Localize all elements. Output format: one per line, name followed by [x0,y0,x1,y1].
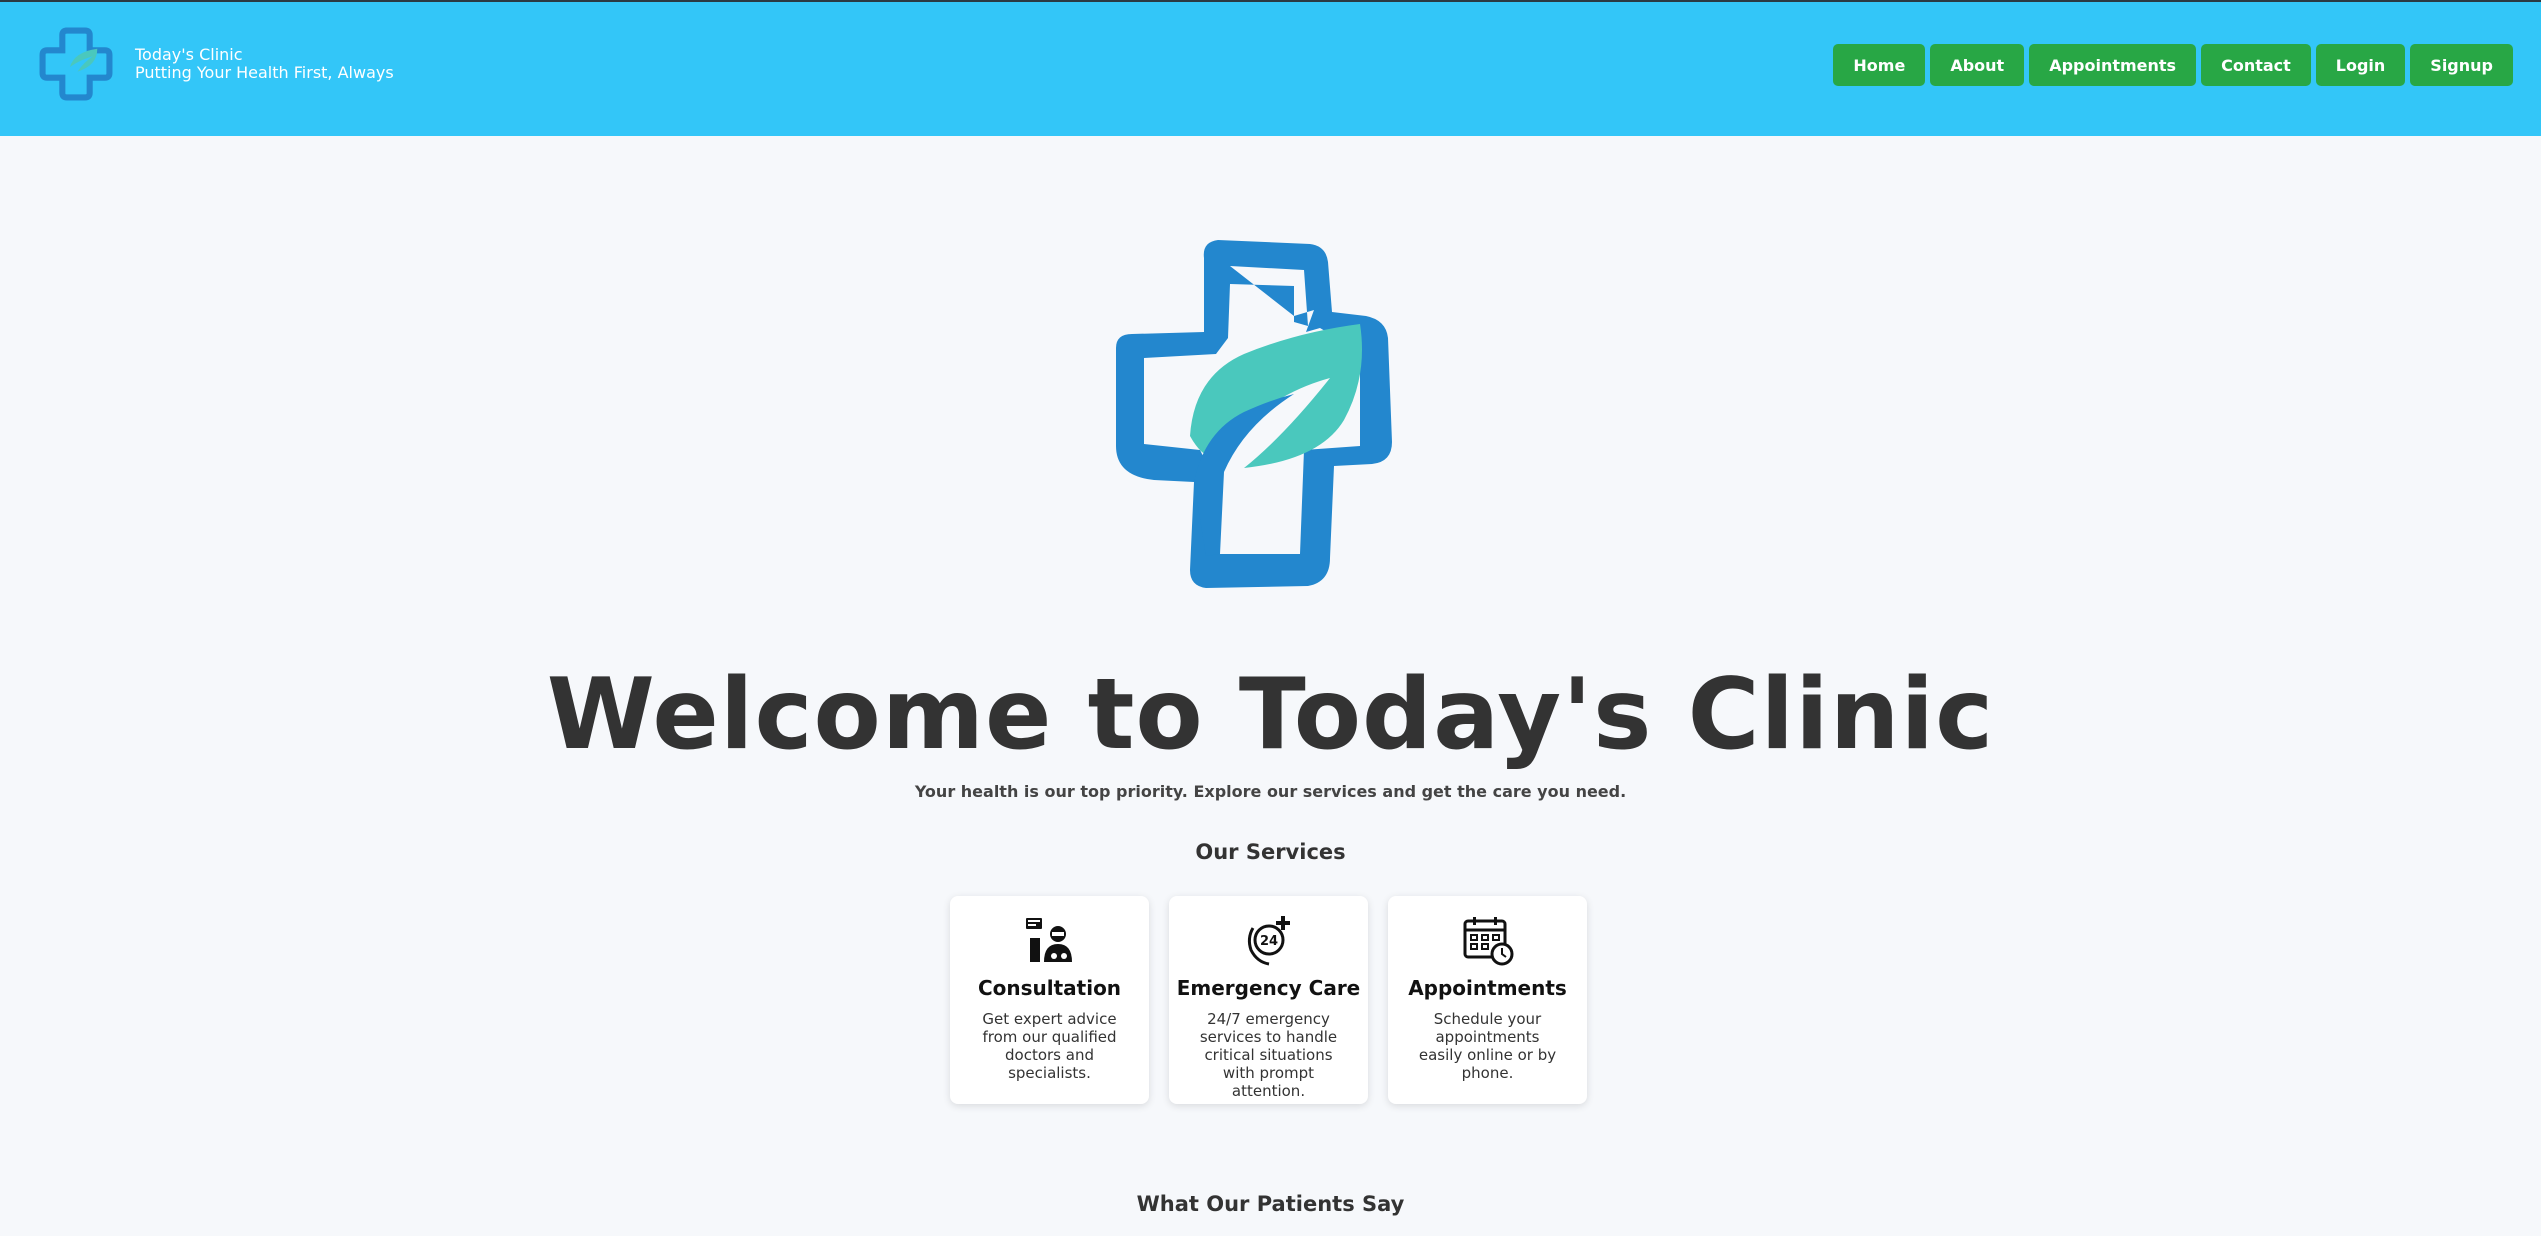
nav-contact-button[interactable]: Contact [2201,44,2311,86]
nav-signup-button[interactable]: Signup [2410,44,2513,86]
testimonials-heading: What Our Patients Say [1136,1192,1405,1216]
nav-login-button[interactable]: Login [2315,44,2406,86]
service-card-title: Consultation [977,976,1122,1000]
hero-logo-icon [1116,240,1392,588]
hero-subtitle: Your health is our top priority. Explore… [914,782,1627,801]
nav-appointments-button[interactable]: Appointments [2029,44,2197,86]
brand-block: Today's Clinic Putting Your Health First… [135,46,394,82]
site-header: Today's Clinic Putting Your Health First… [0,2,2541,136]
services-cards: Consultation Get expert advice from our … [950,896,1587,1104]
service-card-emergency[interactable]: 24 Emergency Care 24/7 emergency service… [1169,896,1368,1104]
service-card-appointments[interactable]: Appointments Schedule your appointments … [1388,896,1587,1104]
clinic-logo-icon[interactable] [38,26,114,102]
services-heading: Our Services [1195,840,1346,864]
main-nav: Home About Appointments Contact Login Si… [1833,44,2513,86]
nav-home-button[interactable]: Home [1833,44,1926,86]
service-card-title: Emergency Care [1176,976,1361,1000]
calendar-clock-icon [1463,917,1513,966]
service-card-description: Schedule your appointments easily online… [1418,1010,1557,1082]
hero-title: Welcome to Today's Clinic [546,658,1995,772]
brand-tagline: Putting Your Health First, Always [135,63,394,82]
service-card-consultation[interactable]: Consultation Get expert advice from our … [950,896,1149,1104]
brand-name[interactable]: Today's Clinic [135,46,394,64]
service-card-title: Appointments [1408,976,1567,1000]
service-card-description: 24/7 emergency services to handle critic… [1199,1010,1338,1100]
svg-text:24: 24 [1259,934,1277,949]
nav-about-button[interactable]: About [1930,44,2025,86]
doctor-consultation-icon [1025,918,1072,962]
service-card-description: Get expert advice from our qualified doc… [982,1010,1117,1082]
emergency-24-7-icon: 24 [1247,916,1290,966]
